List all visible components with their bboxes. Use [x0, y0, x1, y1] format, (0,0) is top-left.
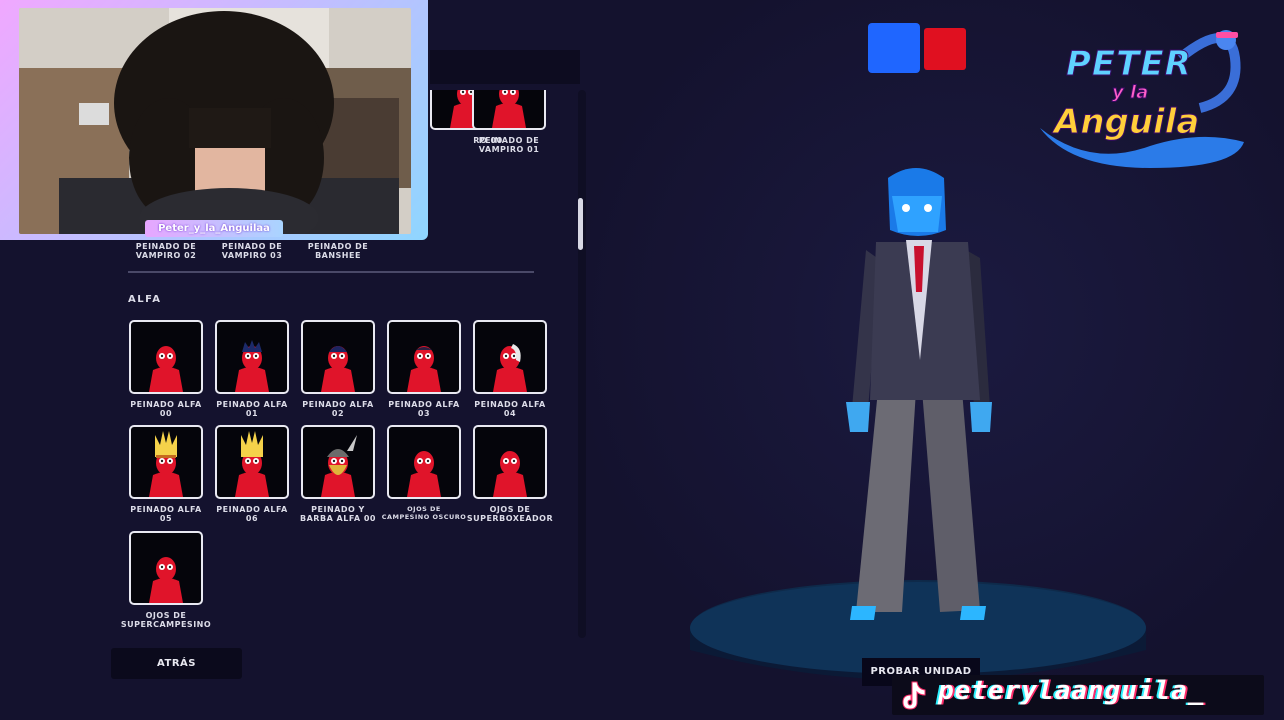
- tiktok-icon: [902, 681, 926, 710]
- tiktok-handle: peterylaanguila_: [938, 676, 1205, 706]
- cosmetic-tile-6[interactable]: [215, 425, 289, 499]
- logo-line-1: PETER: [1066, 44, 1192, 85]
- logo-line-3: Anguila: [1053, 102, 1200, 143]
- cosmetic-label-10: OJOS DE SUPERCAMPESINO: [120, 611, 212, 629]
- cosmetic-tile-8[interactable]: [387, 425, 461, 499]
- team-red-button[interactable]: [924, 28, 966, 70]
- cosmetic-label-vampiro-01: PEINADO DE VAMPIRO 01: [478, 136, 540, 154]
- cosmetic-label-prev-2: PEINADO DE BANSHEE: [307, 242, 369, 260]
- webcam-name-tag: Peter_y_la_Anguilaa: [145, 220, 283, 237]
- cosmetic-label-1: PEINADO ALFA 01: [216, 400, 288, 418]
- cosmetic-tile-7[interactable]: [301, 425, 375, 499]
- cosmetic-label-5: PEINADO ALFA 05: [130, 505, 202, 523]
- scrollbar-thumb[interactable]: [578, 198, 583, 250]
- cosmetic-tile-10[interactable]: [129, 531, 203, 605]
- cosmetic-tile-4[interactable]: [473, 320, 547, 394]
- character-preview: [690, 168, 1146, 680]
- cosmetic-tile-1[interactable]: [215, 320, 289, 394]
- cosmetic-label-6: PEINADO ALFA 06: [216, 505, 288, 523]
- team-blue-button[interactable]: [868, 23, 920, 73]
- cosmetic-label-8: OJOS DE CAMPESINO OSCURO: [381, 505, 467, 521]
- back-button[interactable]: ATRÁS: [111, 648, 242, 679]
- logo-line-2: y la: [1111, 82, 1149, 104]
- webcam-feed: [19, 8, 411, 234]
- cosmetic-tile-3[interactable]: [387, 320, 461, 394]
- cosmetic-label-0: PEINADO ALFA 00: [130, 400, 202, 418]
- cosmetic-tile-2[interactable]: [301, 320, 375, 394]
- cosmetic-tile-vampiro-01[interactable]: [472, 90, 546, 130]
- section-title: ALFA: [128, 294, 162, 305]
- scrollbar-track[interactable]: [578, 90, 586, 638]
- channel-logo: PETER y la Anguila: [1030, 18, 1250, 168]
- panel-header-bar: [430, 50, 580, 84]
- cosmetic-label-9: OJOS DE SUPERBOXEADOR: [466, 505, 554, 523]
- cosmetic-label-prev-0: PEINADO DE VAMPIRO 02: [135, 242, 197, 260]
- webcam-overlay: Peter_y_la_Anguilaa: [0, 0, 428, 240]
- cosmetic-label-4: PEINADO ALFA 04: [474, 400, 546, 418]
- cosmetic-label-prev-1: PEINADO DE VAMPIRO 03: [221, 242, 283, 260]
- cosmetic-label-3: PEINADO ALFA 03: [388, 400, 460, 418]
- section-divider: [128, 271, 534, 273]
- cosmetic-tile-5[interactable]: [129, 425, 203, 499]
- cosmetic-tile-0[interactable]: [129, 320, 203, 394]
- cosmetic-label-2: PEINADO ALFA 02: [302, 400, 374, 418]
- cosmetic-tile-9[interactable]: [473, 425, 547, 499]
- cosmetic-label-7: PEINADO Y BARBA ALFA 00: [300, 505, 376, 523]
